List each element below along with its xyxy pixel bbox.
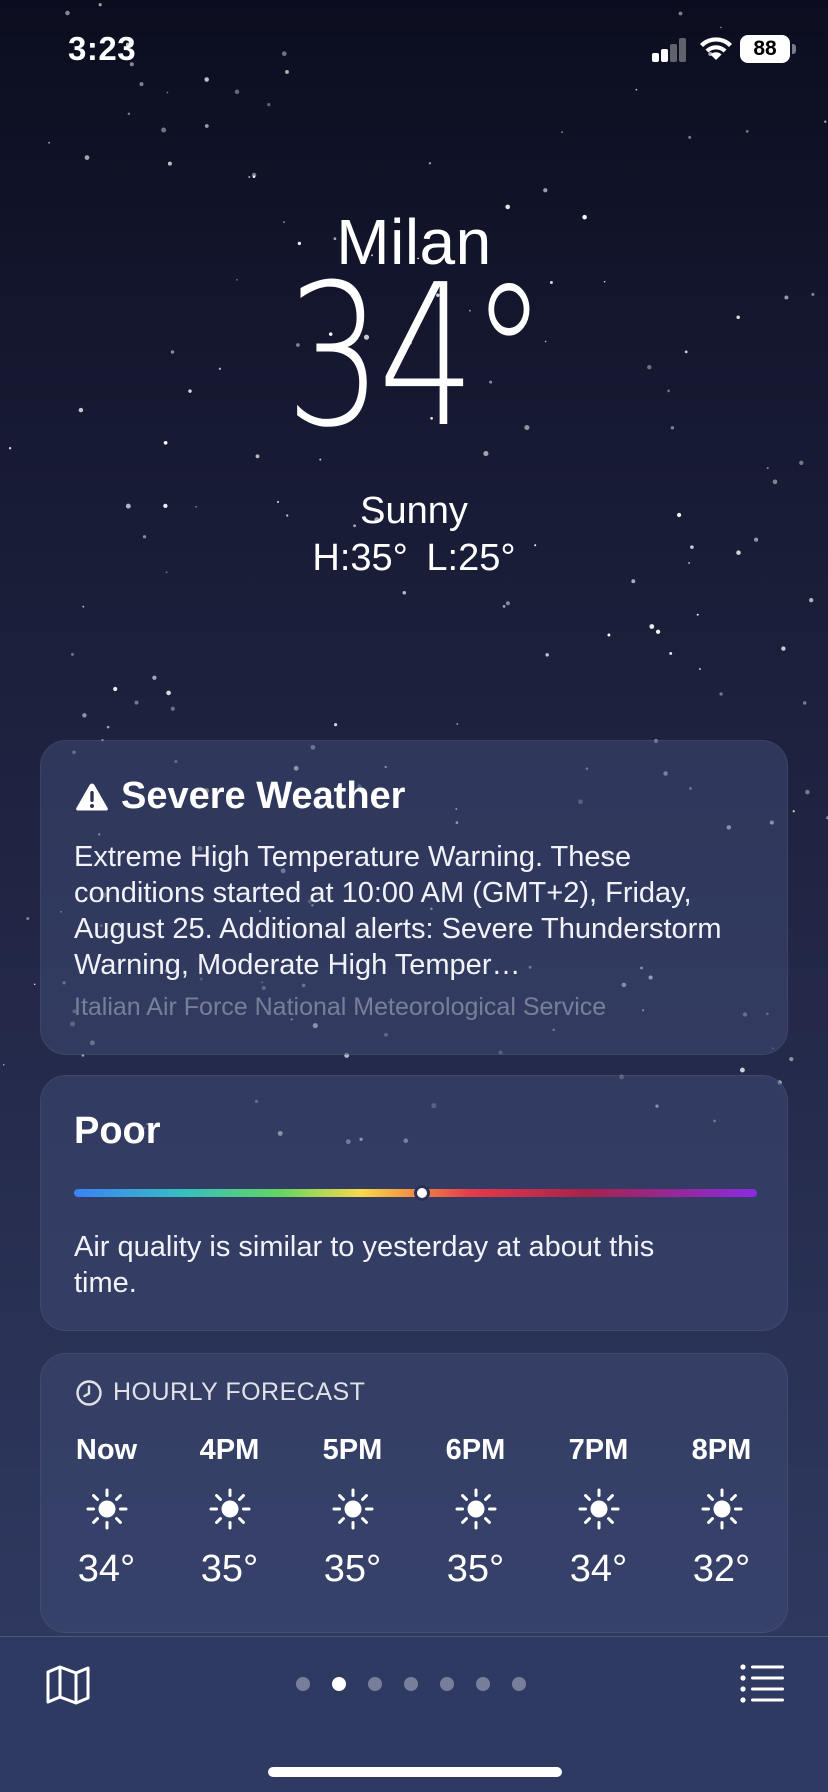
clock-icon [76, 1379, 102, 1406]
air-quality-indicator [414, 1185, 431, 1201]
home-indicator[interactable] [268, 1767, 562, 1777]
current-temperature: 34° [285, 243, 548, 471]
hourly-list[interactable]: Now 34° 4PM 35° 5PM 35° 6PM 35° 7PM 34° … [45, 1434, 785, 1591]
battery-indicator: 88 [740, 35, 790, 63]
hour-temperature: 34° [569, 1548, 628, 1590]
page-dot[interactable] [368, 1677, 382, 1691]
hour-label: 8PM [691, 1434, 752, 1466]
hour-item: Now 34° [45, 1434, 168, 1591]
air-quality-label: Poor [74, 1110, 161, 1152]
alert-description: Extreme High Temperature Warning. These … [74, 841, 722, 981]
hour-temperature: 35° [200, 1548, 259, 1590]
hour-label: 6PM [445, 1434, 506, 1466]
sun-icon [332, 1488, 373, 1530]
page-dot[interactable] [332, 1677, 346, 1691]
air-quality-description: Air quality is similar to yesterday at a… [74, 1231, 655, 1299]
hour-item: 5PM 35° [291, 1434, 414, 1591]
status-bar: 3:23 88 [0, 0, 828, 100]
sun-icon [86, 1488, 127, 1530]
temperature-container: 34° [0, 259, 828, 457]
hour-temperature: 35° [323, 1548, 382, 1590]
hour-label: 7PM [568, 1434, 629, 1466]
hour-item: 6PM 35° [414, 1434, 537, 1591]
sun-icon [455, 1488, 496, 1530]
air-quality-scale [74, 1185, 757, 1201]
sun-icon [701, 1488, 742, 1530]
battery-cap [792, 44, 796, 54]
page-indicator[interactable] [296, 1677, 548, 1691]
hour-label: Now [75, 1434, 138, 1466]
alert-title: Severe Weather [121, 775, 406, 817]
status-time: 3:23 [68, 30, 137, 67]
weather-condition: Sunny [360, 490, 468, 532]
hour-item: 8PM 32° [660, 1434, 783, 1591]
warning-triangle-icon [76, 783, 108, 810]
hourly-forecast-card[interactable]: HOURLY FORECAST Now 34° 4PM 35° 5PM 35° … [40, 1353, 788, 1633]
page-dot[interactable] [476, 1677, 490, 1691]
high-low-temperature: H:35° L:25° [312, 537, 516, 579]
alert-source: Italian Air Force National Meteorologica… [74, 993, 607, 1021]
wifi-icon [700, 37, 732, 60]
page-dot[interactable] [296, 1677, 310, 1691]
cellular-signal-icon [652, 38, 690, 62]
hour-temperature: 34° [77, 1548, 136, 1590]
hour-label: 4PM [199, 1434, 260, 1466]
city-list-icon[interactable] [738, 1661, 786, 1705]
page-dot[interactable] [440, 1677, 454, 1691]
sun-icon [209, 1488, 250, 1530]
hourly-forecast-header: HOURLY FORECAST [75, 1378, 365, 1407]
hour-item: 4PM 35° [168, 1434, 291, 1591]
page-dot[interactable] [512, 1677, 526, 1691]
page-dot[interactable] [404, 1677, 418, 1691]
air-quality-card[interactable]: Poor Air quality is similar to yesterday… [40, 1075, 788, 1331]
alert-title-row: Severe Weather [75, 775, 405, 818]
hourly-forecast-title: HOURLY FORECAST [113, 1378, 366, 1406]
sun-icon [578, 1488, 619, 1530]
hour-item: 7PM 34° [537, 1434, 660, 1591]
hour-label: 5PM [322, 1434, 383, 1466]
severe-weather-card[interactable]: Severe Weather Extreme High Temperature … [40, 740, 788, 1055]
hour-temperature: 35° [446, 1548, 505, 1590]
hour-temperature: 32° [692, 1548, 751, 1590]
map-icon[interactable] [44, 1661, 92, 1709]
current-weather: Milan 34° Sunny H:35° L:25° [0, 205, 828, 579]
